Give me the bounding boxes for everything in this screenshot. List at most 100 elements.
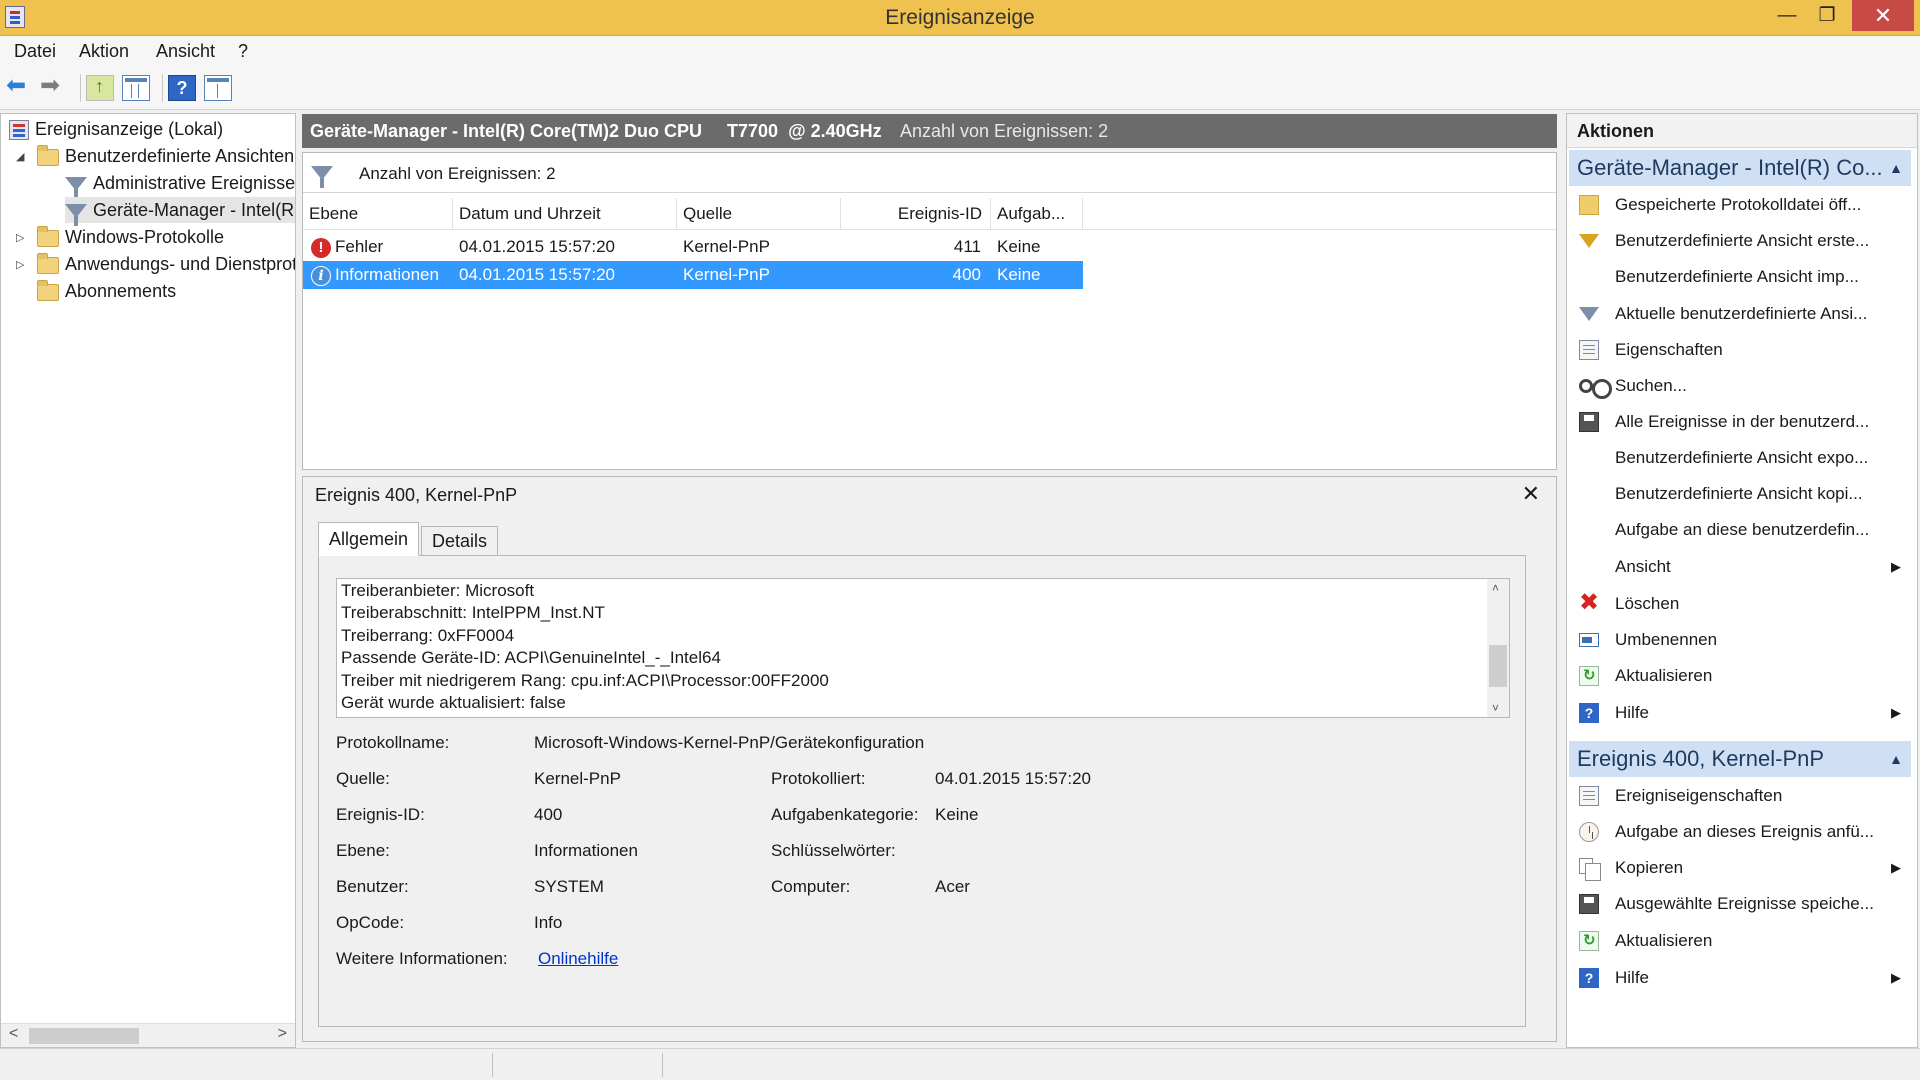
action-open-saved-log[interactable]: Gespeicherte Protokolldatei öff...	[1567, 188, 1911, 222]
section-title: Geräte-Manager - Intel(R) Co...	[1577, 155, 1883, 180]
tab-details[interactable]: Details	[421, 526, 499, 556]
column-header-datetime[interactable]: Datum und Uhrzeit	[453, 198, 677, 230]
action-find[interactable]: Suchen...	[1567, 369, 1911, 403]
table-row-selected[interactable]: i Informationen 04.01.2015 15:57:20 Kerne…	[303, 261, 1083, 289]
tree-item-custom-views[interactable]: Benutzerdefinierte Ansichten	[37, 143, 294, 169]
row-datetime: 04.01.2015 15:57:20	[459, 237, 615, 256]
action-create-custom-view[interactable]: Benutzerdefinierte Ansicht erste...	[1567, 224, 1911, 258]
event-description-textbox[interactable]: Treiberanbieter: Microsoft Treiberabschn…	[336, 578, 1510, 718]
open-log-icon	[1579, 195, 1599, 215]
actions-section-view[interactable]: Geräte-Manager - Intel(R) Co... ▲	[1569, 150, 1911, 186]
action-copy-custom-view[interactable]: Benutzerdefinierte Ansicht kopi...	[1567, 477, 1911, 511]
close-button[interactable]: ✕	[1852, 0, 1914, 31]
tab-allgemein[interactable]: Allgemein	[318, 522, 420, 556]
action-label: Ansicht	[1615, 557, 1671, 576]
back-arrow-icon[interactable]	[6, 71, 34, 101]
label-computer: Computer:	[771, 877, 851, 896]
action-refresh-event[interactable]: Aktualisieren	[1567, 924, 1911, 958]
action-label: Alle Ereignisse in der benutzerd...	[1615, 412, 1870, 431]
section-title: Ereignis 400, Kernel-PnP	[1577, 746, 1825, 771]
tree-item-app-services-logs[interactable]: Anwendungs- und Dienstprotokolle	[37, 251, 295, 277]
action-attach-task-to-view[interactable]: Aufgabe an diese benutzerdefin...	[1567, 513, 1911, 547]
action-label: Suchen...	[1615, 376, 1687, 395]
row-event-id: 400	[952, 265, 981, 284]
label-more-info: Weitere Informationen:	[336, 949, 508, 968]
label-source: Quelle:	[336, 769, 390, 788]
action-help[interactable]: ? Hilfe ▶	[1567, 696, 1911, 730]
submenu-arrow-icon: ▶	[1891, 970, 1901, 985]
action-save-all-events[interactable]: Alle Ereignisse in der benutzerd...	[1567, 405, 1911, 439]
column-header-source[interactable]: Quelle	[677, 198, 841, 230]
action-view-submenu[interactable]: Ansicht ▶	[1567, 550, 1911, 584]
action-refresh[interactable]: Aktualisieren	[1567, 659, 1911, 693]
collapse-icon[interactable]: ▲	[1889, 150, 1903, 186]
table-row[interactable]: ! Fehler 04.01.2015 15:57:20 Kernel-PnP 4…	[303, 233, 1083, 261]
action-export-custom-view[interactable]: Benutzerdefinierte Ansicht expo...	[1567, 441, 1911, 475]
menu-aktion[interactable]: Aktion	[79, 41, 129, 62]
action-pane-icon[interactable]	[204, 75, 232, 101]
description-vertical-scrollbar[interactable]: ˄ ˅	[1487, 579, 1509, 717]
action-properties[interactable]: Eigenschaften	[1567, 333, 1911, 367]
action-help-event[interactable]: ? Hilfe ▶	[1567, 961, 1911, 995]
action-event-properties[interactable]: Ereigniseigenschaften	[1567, 779, 1911, 813]
save-icon	[1579, 412, 1599, 432]
error-icon: !	[311, 237, 331, 258]
toolbar-separator	[162, 74, 163, 102]
tree-item-label: Geräte-Manager - Intel(R	[93, 200, 295, 220]
value-user: SYSTEM	[534, 877, 604, 896]
action-attach-task-to-event[interactable]: Aufgabe an dieses Ereignis anfü...	[1567, 815, 1911, 849]
action-import-custom-view[interactable]: Benutzerdefinierte Ansicht imp...	[1567, 260, 1911, 294]
scroll-right-icon[interactable]: >	[278, 1025, 287, 1043]
menu-ansicht[interactable]: Ansicht	[156, 41, 215, 62]
collapse-icon[interactable]: ▲	[1889, 741, 1903, 777]
scroll-up-icon[interactable]: ˄	[1492, 581, 1499, 595]
value-log-name: Microsoft-Windows-Kernel-PnP/Gerätekonfi…	[534, 733, 925, 752]
action-label: Ausgewählte Ereignisse speiche...	[1615, 894, 1874, 913]
action-save-selected-events[interactable]: Ausgewählte Ereignisse speiche...	[1567, 887, 1911, 921]
action-label: Hilfe	[1615, 703, 1650, 722]
tree-item-windows-logs[interactable]: Windows-Protokolle	[37, 224, 224, 250]
console-tree-icon[interactable]	[122, 75, 150, 101]
menu-help[interactable]: ?	[238, 41, 248, 62]
help-icon[interactable]: ?	[168, 75, 196, 101]
expand-arrow-icon[interactable]: ◢	[16, 150, 24, 163]
action-delete[interactable]: ✖ Löschen	[1567, 587, 1911, 621]
tree-item-device-manager[interactable]: Geräte-Manager - Intel(R	[65, 197, 295, 227]
value-level: Informationen	[534, 841, 638, 860]
actions-section-event[interactable]: Ereignis 400, Kernel-PnP ▲	[1569, 741, 1911, 777]
action-label: Benutzerdefinierte Ansicht erste...	[1615, 231, 1870, 250]
column-header-event-id[interactable]: Ereignis-ID	[841, 198, 991, 230]
action-label: Benutzerdefinierte Ansicht kopi...	[1615, 484, 1863, 503]
column-header-level[interactable]: Ebene	[303, 198, 453, 230]
tree-item-label: Ereignisanzeige (Lokal)	[35, 119, 224, 139]
tree-item-label: Benutzerdefinierte Ansichten	[65, 146, 295, 166]
scroll-down-icon[interactable]: ˅	[1492, 701, 1499, 715]
value-logged: 04.01.2015 15:57:20	[935, 769, 1091, 788]
action-rename[interactable]: Umbenennen	[1567, 623, 1911, 657]
scroll-left-icon[interactable]: <	[9, 1025, 18, 1043]
maximize-button[interactable]: ❐	[1804, 0, 1850, 31]
column-header-task[interactable]: Aufgab...	[991, 198, 1083, 230]
scrollbar-thumb[interactable]	[1489, 645, 1507, 687]
tree-item-root[interactable]: Ereignisanzeige (Lokal)	[9, 116, 223, 142]
online-help-link[interactable]: Onlinehilfe	[538, 949, 618, 969]
navigation-tree: Ereignisanzeige (Lokal) ◢ Benutzerdefini…	[0, 113, 296, 1048]
tree-item-subscriptions[interactable]: Abonnements	[37, 278, 176, 304]
forward-arrow-icon[interactable]	[40, 71, 68, 101]
menu-datei[interactable]: Datei	[14, 41, 56, 62]
tree-horizontal-scrollbar[interactable]: < >	[1, 1023, 295, 1047]
tree-item-admin-events[interactable]: Administrative Ereignisse	[65, 170, 295, 200]
up-folder-icon[interactable]	[86, 75, 114, 101]
submenu-arrow-icon: ▶	[1891, 559, 1901, 574]
folder-icon	[37, 144, 59, 166]
collapsed-arrow-icon[interactable]: ▷	[16, 231, 24, 244]
status-separator	[492, 1053, 493, 1077]
collapsed-arrow-icon[interactable]: ▷	[16, 258, 24, 271]
close-icon[interactable]: ✕	[1522, 481, 1540, 507]
copy-icon	[1579, 858, 1601, 881]
title-bar: Ereignisanzeige — ❐ ✕	[0, 0, 1920, 36]
action-copy[interactable]: Kopieren ▶	[1567, 851, 1911, 885]
label-logged: Protokolliert:	[771, 769, 866, 788]
scrollbar-thumb[interactable]	[29, 1028, 139, 1044]
action-filter-current-view[interactable]: Aktuelle benutzerdefinierte Ansi...	[1567, 297, 1911, 331]
